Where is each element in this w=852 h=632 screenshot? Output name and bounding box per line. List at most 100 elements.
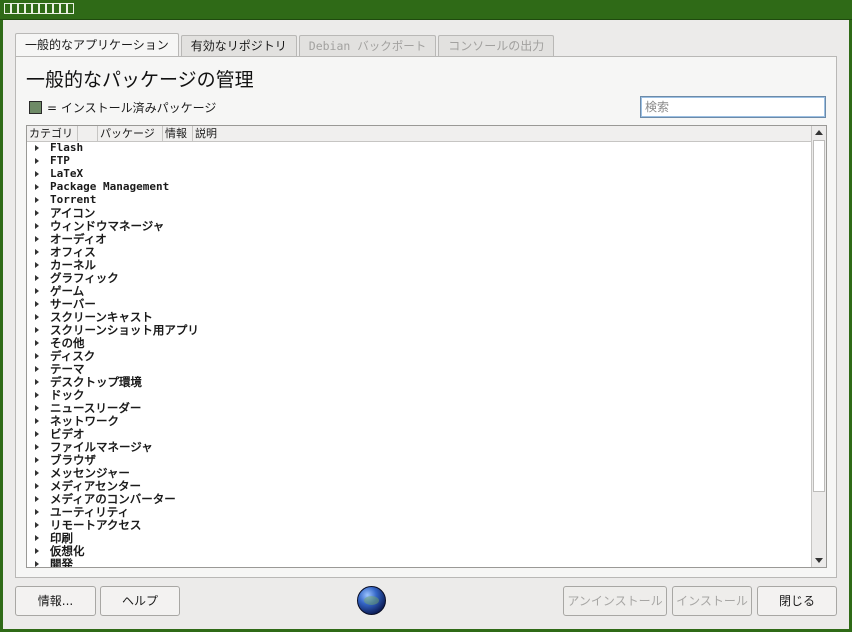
expander-arrow-icon[interactable] <box>35 522 39 528</box>
expander-arrow-icon[interactable] <box>35 340 39 346</box>
expander-arrow-icon[interactable] <box>35 327 39 333</box>
expander-arrow-icon[interactable] <box>35 158 39 164</box>
tree-row[interactable]: オフィス <box>27 245 811 259</box>
category-label: ブラウザ <box>50 453 96 467</box>
tree-row[interactable]: FTP <box>27 154 811 168</box>
tree-row[interactable]: 印刷 <box>27 531 811 545</box>
tab-general-apps[interactable]: 一般的なアプリケーション <box>15 33 179 57</box>
expander-arrow-icon[interactable] <box>35 509 39 515</box>
category-label: Package Management <box>50 180 170 193</box>
expander-arrow-icon[interactable] <box>35 262 39 268</box>
category-label: 仮想化 <box>50 544 85 558</box>
expander-arrow-icon[interactable] <box>35 457 39 463</box>
tree-row[interactable]: ユーティリティ <box>27 505 811 519</box>
scroll-thumb[interactable] <box>813 140 825 492</box>
category-label: ユーティリティ <box>50 505 130 519</box>
tree-row[interactable]: Package Management <box>27 180 811 194</box>
expander-arrow-icon[interactable] <box>35 366 39 372</box>
column-package[interactable]: パッケージ <box>98 126 163 142</box>
expander-arrow-icon[interactable] <box>35 145 39 151</box>
category-label: メッセンジャー <box>50 466 130 480</box>
expander-arrow-icon[interactable] <box>35 249 39 255</box>
tree-row[interactable]: 仮想化 <box>27 544 811 558</box>
window: 一般的なアプリケーション 有効なリポジトリ Debian バックポート コンソー… <box>3 20 849 629</box>
tree-row[interactable]: メディアのコンバーター <box>27 492 811 506</box>
installed-color-swatch <box>29 101 42 114</box>
expander-arrow-icon[interactable] <box>35 210 39 216</box>
tree-row[interactable]: メッセンジャー <box>27 466 811 480</box>
column-description[interactable]: 説明 <box>193 126 811 142</box>
tree-row[interactable]: ファイルマネージャ <box>27 440 811 454</box>
column-status[interactable] <box>78 126 98 142</box>
tree-row[interactable]: テーマ <box>27 362 811 376</box>
category-label: ウィンドウマネージャ <box>50 219 165 233</box>
tree-row[interactable]: カーネル <box>27 258 811 272</box>
install-button[interactable]: インストール <box>672 586 752 616</box>
expander-arrow-icon[interactable] <box>35 561 39 567</box>
tree-row[interactable]: その他 <box>27 336 811 350</box>
expander-arrow-icon[interactable] <box>35 223 39 229</box>
tree-row[interactable]: スクリーンショット用アプリ <box>27 323 811 337</box>
category-label: ファイルマネージャ <box>50 440 153 454</box>
expander-arrow-icon[interactable] <box>35 301 39 307</box>
tree-row[interactable]: オーディオ <box>27 232 811 246</box>
tree-row[interactable]: ウィンドウマネージャ <box>27 219 811 233</box>
expander-arrow-icon[interactable] <box>35 483 39 489</box>
scroll-up-arrow-icon[interactable] <box>815 130 823 135</box>
package-tree: カテゴリ パッケージ 情報 説明 Flash FTP LaTeX Package Ma… <box>26 125 827 568</box>
tab-debian-backports[interactable]: Debian バックポート <box>298 35 437 57</box>
expander-arrow-icon[interactable] <box>35 405 39 411</box>
expander-arrow-icon[interactable] <box>35 184 39 190</box>
column-info[interactable]: 情報 <box>163 126 193 142</box>
vertical-scrollbar[interactable] <box>811 126 826 567</box>
expander-arrow-icon[interactable] <box>35 275 39 281</box>
column-category[interactable]: カテゴリ <box>27 126 78 142</box>
expander-arrow-icon[interactable] <box>35 236 39 242</box>
main-panel: 一般的なパッケージの管理 = インストール済みパッケージ カテゴリ パッケージ … <box>15 56 837 578</box>
expander-arrow-icon[interactable] <box>35 288 39 294</box>
tab-console-output[interactable]: コンソールの出力 <box>438 35 555 57</box>
title-bar <box>0 0 852 20</box>
category-label: ドック <box>50 388 85 402</box>
tree-row[interactable]: ニュースリーダー <box>27 401 811 415</box>
tree-row[interactable]: ブラウザ <box>27 453 811 467</box>
info-button[interactable]: 情報... <box>15 586 96 616</box>
expander-arrow-icon[interactable] <box>35 197 39 203</box>
title-glyph <box>32 3 39 14</box>
category-label: デスクトップ環境 <box>50 375 142 389</box>
expander-arrow-icon[interactable] <box>35 171 39 177</box>
expander-arrow-icon[interactable] <box>35 392 39 398</box>
tree-row[interactable]: ディスク <box>27 349 811 363</box>
expander-arrow-icon[interactable] <box>35 418 39 424</box>
title-glyph <box>25 3 32 14</box>
tree-row[interactable]: ゲーム <box>27 284 811 298</box>
page-title: 一般的なパッケージの管理 <box>26 69 254 91</box>
tree-row[interactable]: 開発 <box>27 557 811 567</box>
expander-arrow-icon[interactable] <box>35 353 39 359</box>
expander-arrow-icon[interactable] <box>35 496 39 502</box>
category-label: ビデオ <box>50 427 85 441</box>
tree-row[interactable]: Flash <box>27 142 811 155</box>
tree-row[interactable]: ドック <box>27 388 811 402</box>
tree-row[interactable]: リモートアクセス <box>27 518 811 532</box>
expander-arrow-icon[interactable] <box>35 379 39 385</box>
expander-arrow-icon[interactable] <box>35 470 39 476</box>
tab-repositories[interactable]: 有効なリポジトリ <box>180 35 297 57</box>
category-label: スクリーンショット用アプリ <box>50 323 199 337</box>
tree-row[interactable]: ネットワーク <box>27 414 811 428</box>
expander-arrow-icon[interactable] <box>35 444 39 450</box>
tree-row[interactable]: グラフィック <box>27 271 811 285</box>
uninstall-button[interactable]: アンインストール <box>563 586 667 616</box>
category-label: テーマ <box>50 362 85 376</box>
expander-arrow-icon[interactable] <box>35 548 39 554</box>
expander-arrow-icon[interactable] <box>35 535 39 541</box>
tree-row[interactable]: Torrent <box>27 193 811 207</box>
search-input[interactable] <box>640 96 826 118</box>
tree-row[interactable]: デスクトップ環境 <box>27 375 811 389</box>
expander-arrow-icon[interactable] <box>35 431 39 437</box>
help-button[interactable]: ヘルプ <box>100 586 180 616</box>
close-button[interactable]: 閉じる <box>757 586 837 616</box>
expander-arrow-icon[interactable] <box>35 314 39 320</box>
scroll-down-arrow-icon[interactable] <box>815 558 823 563</box>
category-label: メディアのコンバーター <box>50 492 176 506</box>
